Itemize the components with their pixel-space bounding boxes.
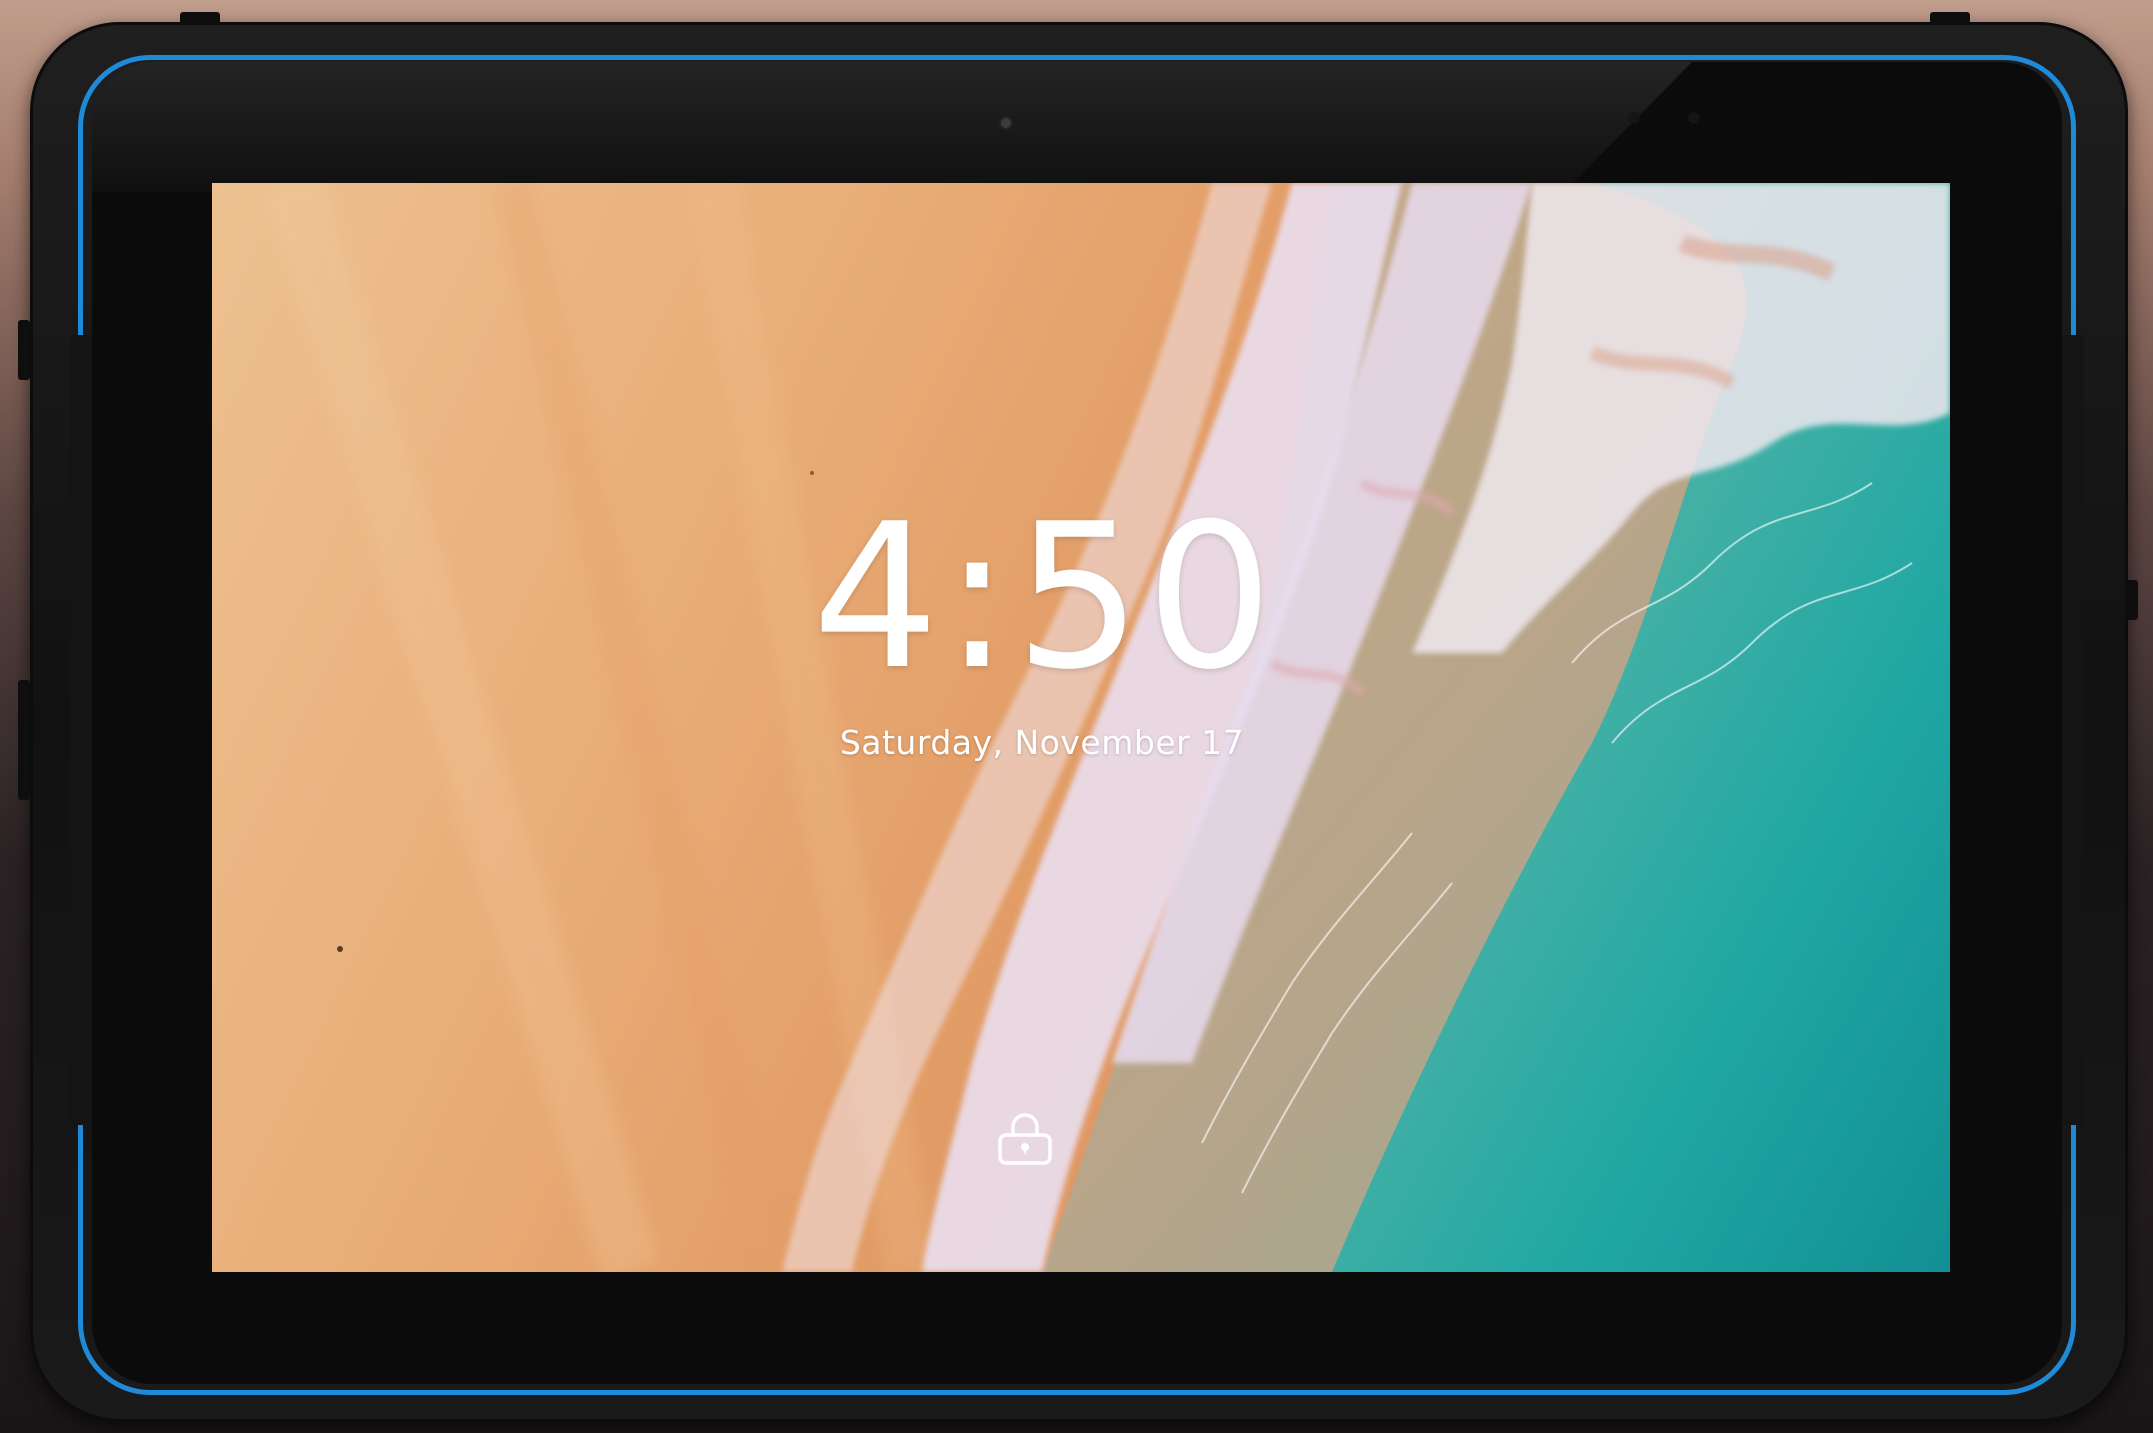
unlock-button[interactable]: [994, 1111, 1064, 1181]
front-camera: [1001, 118, 1011, 128]
left-side-port: [18, 680, 30, 800]
left-side-button[interactable]: [18, 320, 30, 380]
bezel-glare: [92, 62, 1692, 192]
lock-clock-date: Saturday, November 17: [839, 723, 1245, 762]
lock-screen[interactable]: 4:50 Saturday, November 17: [212, 183, 1950, 1272]
lock-clock-time: 4:50: [812, 481, 1278, 714]
top-left-button[interactable]: [180, 12, 220, 24]
top-right-button[interactable]: [1930, 12, 1970, 24]
bumper-break: [70, 335, 92, 1125]
light-sensor: [1628, 112, 1640, 124]
bumper-break: [2062, 335, 2084, 1125]
proximity-sensor: [1688, 112, 1700, 124]
unlock-icon: [998, 1113, 1052, 1165]
right-side-button[interactable]: [2126, 580, 2138, 620]
